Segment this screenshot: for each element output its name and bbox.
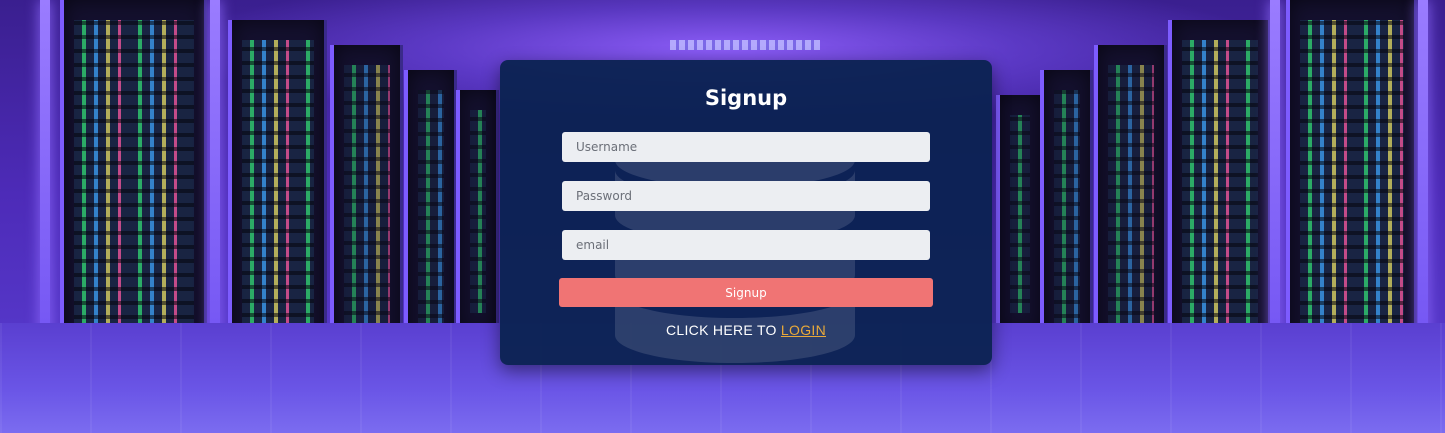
email-input[interactable] bbox=[562, 230, 930, 260]
server-rack bbox=[404, 70, 457, 348]
signup-card: Signup Signup CLICK HERE TO LOGIN bbox=[500, 60, 992, 365]
login-prompt-text: CLICK HERE TO bbox=[665, 322, 781, 338]
signup-button[interactable]: Signup bbox=[559, 278, 933, 307]
server-rack bbox=[996, 95, 1043, 333]
server-rack bbox=[1040, 70, 1093, 348]
login-link[interactable]: LOGIN bbox=[781, 322, 826, 338]
login-prompt: CLICK HERE TO LOGIN bbox=[500, 322, 992, 338]
server-rack bbox=[456, 90, 499, 333]
server-room-background: Signup Signup CLICK HERE TO LOGIN bbox=[0, 0, 1445, 433]
page-title: Signup bbox=[704, 86, 788, 110]
username-input[interactable] bbox=[562, 132, 930, 162]
password-input[interactable] bbox=[562, 181, 930, 211]
ceiling-light bbox=[670, 40, 820, 50]
